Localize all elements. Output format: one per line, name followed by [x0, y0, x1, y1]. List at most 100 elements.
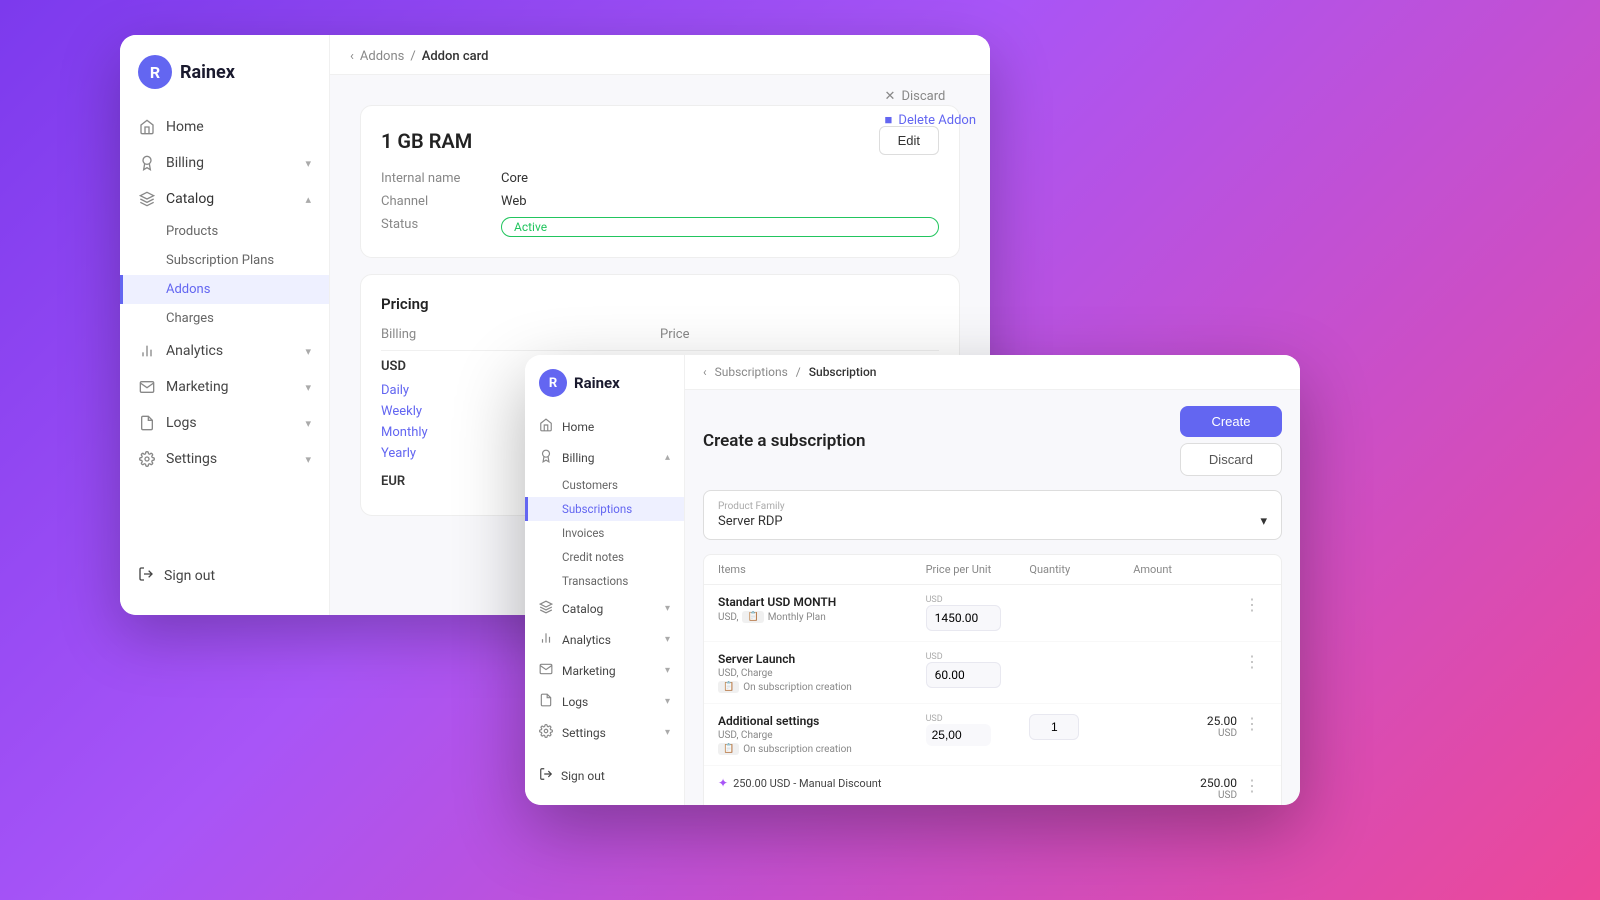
sidebar-item-analytics[interactable]: Analytics ▾	[120, 333, 329, 369]
breadcrumb-separator: /	[410, 49, 415, 64]
price-input-0[interactable]: 1450.00	[926, 605, 1001, 631]
sidebar-item-catalog[interactable]: Catalog ▴	[120, 181, 329, 217]
sidebar-item-addons-label: Addons	[166, 282, 210, 297]
pricing-title: Pricing	[381, 295, 939, 313]
col-items: Items	[718, 563, 926, 576]
sidebar2-item-billing[interactable]: Billing ▴	[525, 442, 684, 473]
home-icon	[138, 118, 156, 136]
analytics-icon-2	[539, 631, 554, 648]
billing-icon-2	[539, 449, 554, 466]
logo-area: R Rainex	[120, 55, 329, 109]
sidebar2-settings-label: Settings	[562, 726, 606, 740]
table-row: Server Launch USD, Charge 📋 On subscript…	[704, 642, 1281, 704]
sidebar-1: R Rainex Home Billing ▾ Catalog ▴ Produc…	[120, 35, 330, 615]
sidebar2-item-marketing[interactable]: Marketing ▾	[525, 655, 684, 686]
create-button[interactable]: Create	[1180, 406, 1282, 437]
sidebar-item-subscription-plans-label: Subscription Plans	[166, 253, 274, 268]
price-input-1[interactable]: 60.00	[926, 662, 1001, 688]
breadcrumb-parent: Addons	[360, 49, 404, 64]
sidebar2-item-catalog[interactable]: Catalog ▾	[525, 593, 684, 624]
row-menu-3[interactable]: ⋮	[1237, 776, 1267, 795]
channel-label: Channel	[381, 194, 501, 209]
item-qty-2[interactable]	[1029, 714, 1133, 740]
table-row: Additional settings USD, Charge 📋 On sub…	[704, 704, 1281, 766]
delete-label: Delete Addon	[898, 113, 976, 128]
sidebar2-marketing-label: Marketing	[562, 664, 616, 678]
signout-icon	[138, 566, 154, 586]
create-sub-header: Create a subscription Create Discard	[703, 406, 1282, 476]
header-buttons: Create Discard	[1180, 406, 1282, 476]
sidebar2-item-subscriptions[interactable]: Subscriptions	[525, 497, 684, 521]
sidebar2-item-customers[interactable]: Customers	[525, 473, 684, 497]
item-name-2: Additional settings USD, Charge 📋 On sub…	[718, 714, 926, 755]
sidebar2-item-analytics[interactable]: Analytics ▾	[525, 624, 684, 655]
sidebar2-logs-label: Logs	[562, 695, 588, 709]
table-row: Standart USD MONTH USD, 📋 Monthly Plan U…	[704, 585, 1281, 642]
table-row: ✦ 250.00 USD - Manual Discount 250.00 US…	[704, 766, 1281, 805]
chevron-down-icon-logs: ▾	[305, 417, 311, 430]
sidebar2-credit-notes-label: Credit notes	[562, 550, 624, 564]
window-front: R Rainex Home Billing ▴ Customers Subscr…	[525, 355, 1300, 805]
signout-button[interactable]: Sign out	[120, 557, 329, 595]
internal-name-label: Internal name	[381, 171, 501, 186]
status-label: Status	[381, 217, 501, 237]
chevron-down-icon-logs-2: ▾	[665, 696, 670, 707]
billing-header: Billing	[381, 327, 660, 342]
col-quantity: Quantity	[1029, 563, 1133, 576]
chevron-up-icon-2: ▴	[665, 452, 670, 463]
row-menu-0[interactable]: ⋮	[1237, 595, 1267, 614]
chevron-down-icon-settings-2: ▾	[665, 727, 670, 738]
signout-label-2: Sign out	[561, 769, 605, 783]
sidebar-2: R Rainex Home Billing ▴ Customers Subscr…	[525, 355, 685, 805]
settings-icon-2	[539, 724, 554, 741]
items-table: Items Price per Unit Quantity Amount Sta…	[703, 554, 1282, 805]
item-price-1: USD 60.00	[926, 652, 1030, 688]
sidebar-item-analytics-label: Analytics	[166, 343, 223, 359]
item-price-0: USD 1450.00	[926, 595, 1030, 631]
sidebar2-item-logs[interactable]: Logs ▾	[525, 686, 684, 717]
sidebar-item-marketing[interactable]: Marketing ▾	[120, 369, 329, 405]
sidebar-item-home-label: Home	[166, 119, 204, 135]
analytics-icon	[138, 342, 156, 360]
delete-addon-link[interactable]: ■ Delete Addon	[885, 112, 976, 128]
sidebar2-item-invoices[interactable]: Invoices	[525, 521, 684, 545]
breadcrumb-back-icon[interactable]: ‹	[350, 49, 354, 64]
sidebar-item-logs-label: Logs	[166, 415, 197, 431]
row-menu-1[interactable]: ⋮	[1237, 652, 1267, 671]
chevron-up-icon: ▴	[305, 193, 311, 206]
sidebar-item-settings[interactable]: Settings ▾	[120, 441, 329, 477]
addon-header: 1 GB RAM Edit	[381, 126, 939, 155]
breadcrumb: ‹ Addons / Addon card	[330, 35, 990, 75]
sidebar2-billing-label: Billing	[562, 451, 595, 465]
sidebar-item-home[interactable]: Home	[120, 109, 329, 145]
sidebar2-subscriptions-label: Subscriptions	[562, 502, 632, 516]
price-input-2[interactable]	[926, 724, 991, 746]
sidebar2-analytics-label: Analytics	[562, 633, 611, 647]
sidebar-item-addons[interactable]: Addons	[120, 275, 329, 304]
discard-link[interactable]: ✕ Discard	[885, 89, 976, 104]
signout-button-2[interactable]: Sign out	[525, 760, 684, 791]
signout-icon-2	[539, 767, 553, 784]
item-amount-2: 25.00 USD	[1133, 714, 1237, 739]
sidebar-item-products[interactable]: Products	[120, 217, 329, 246]
row-menu-2[interactable]: ⋮	[1237, 714, 1267, 733]
sidebar-item-charges[interactable]: Charges	[120, 304, 329, 333]
sidebar-item-settings-label: Settings	[166, 451, 217, 467]
qty-input-2[interactable]	[1029, 714, 1079, 740]
sidebar2-transactions-label: Transactions	[562, 574, 628, 588]
col-price-per-unit: Price per Unit	[926, 563, 1030, 576]
sidebar2-item-home[interactable]: Home	[525, 411, 684, 442]
sidebar-item-logs[interactable]: Logs ▾	[120, 405, 329, 441]
sidebar2-item-settings[interactable]: Settings ▾	[525, 717, 684, 748]
breadcrumb-back-icon-2[interactable]: ‹	[703, 365, 707, 379]
edit-button[interactable]: Edit	[879, 126, 939, 155]
sidebar-item-billing-label: Billing	[166, 155, 204, 171]
sidebar2-item-transactions[interactable]: Transactions	[525, 569, 684, 593]
sidebar-item-subscription-plans[interactable]: Subscription Plans	[120, 246, 329, 275]
marketing-icon-2	[539, 662, 554, 679]
sidebar2-item-credit-notes[interactable]: Credit notes	[525, 545, 684, 569]
discard-button[interactable]: Discard	[1180, 443, 1282, 476]
internal-name-value: Core	[501, 171, 939, 186]
product-family-select[interactable]: Product Family Server RDP ▾	[703, 490, 1282, 540]
sidebar-item-billing[interactable]: Billing ▾	[120, 145, 329, 181]
